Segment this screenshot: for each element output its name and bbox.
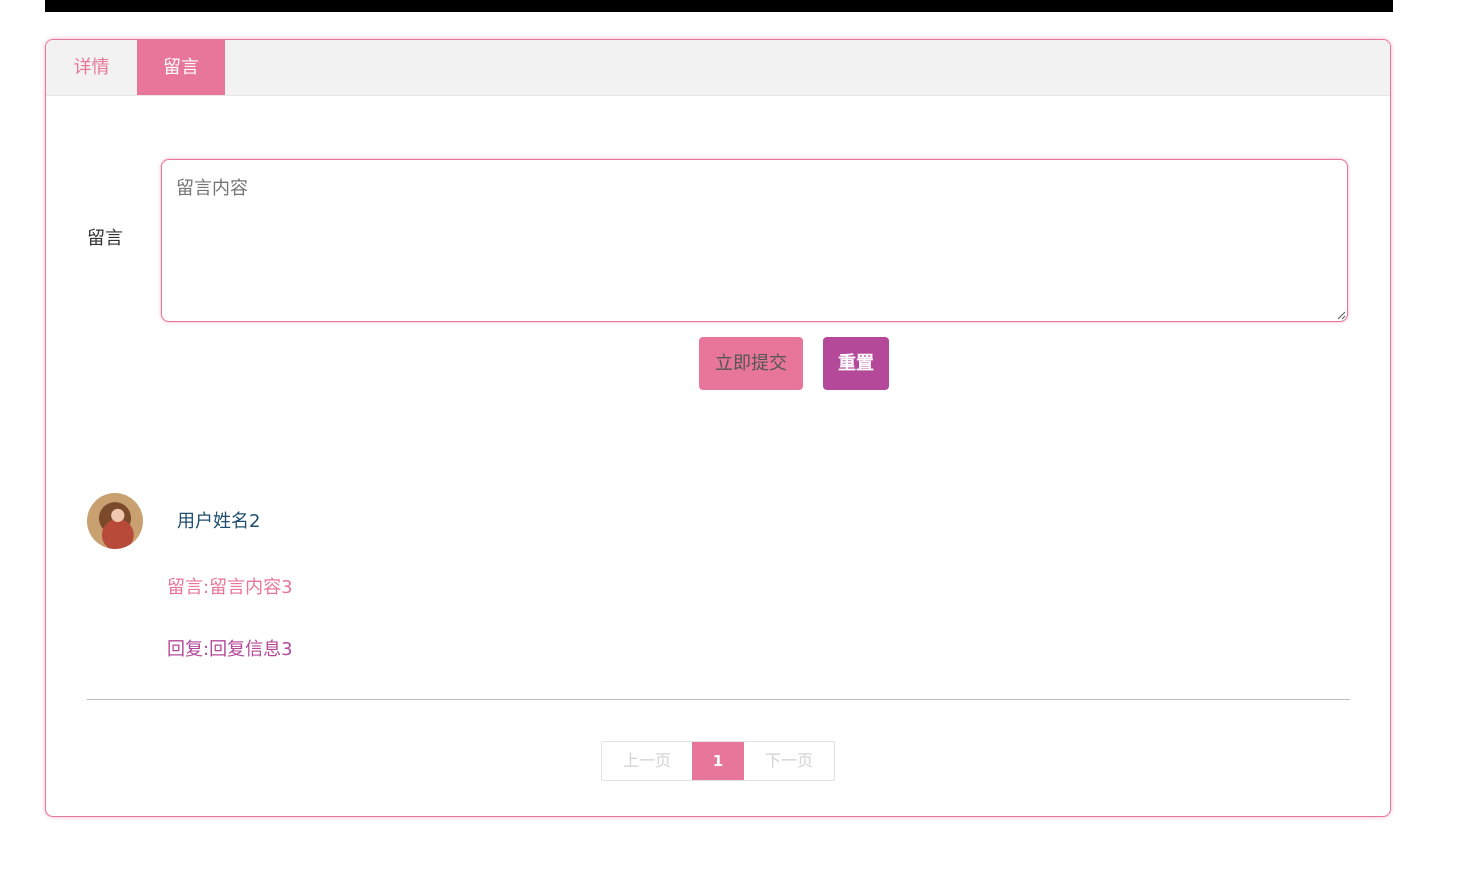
resize-grip-icon[interactable]: [1336, 310, 1346, 320]
prev-page-button[interactable]: 上一页: [602, 742, 692, 780]
comment-user-name: 用户姓名2: [177, 511, 261, 532]
divider: [87, 699, 1350, 700]
tab-details[interactable]: 详情: [46, 40, 137, 95]
next-page-button[interactable]: 下一页: [744, 742, 834, 780]
avatar: [87, 493, 143, 549]
top-header-bar: [45, 0, 1393, 12]
comment-message: 留言:留言内容3: [167, 577, 293, 598]
reset-button[interactable]: 重置: [823, 337, 889, 390]
comment-reply: 回复:回复信息3: [167, 639, 293, 660]
submit-button[interactable]: 立即提交: [699, 337, 803, 390]
tab-comments[interactable]: 留言: [137, 40, 225, 95]
pagination: 上一页 1 下一页: [601, 741, 835, 781]
comment-field-label: 留言: [87, 228, 123, 249]
tab-bar: 详情 留言: [46, 40, 1390, 96]
comment-card: 详情 留言 留言 立即提交 重置 用户姓名2 留言:留言内容3 回复:回复信息3…: [45, 39, 1391, 817]
comment-textarea[interactable]: [161, 159, 1348, 322]
current-page-button[interactable]: 1: [692, 742, 744, 780]
